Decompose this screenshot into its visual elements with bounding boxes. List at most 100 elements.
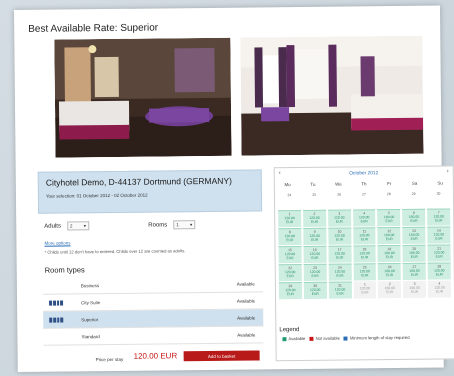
legend: Legend Available Not available Minimum l… (279, 325, 451, 342)
calendar-week: 29 120.00 EUR 30 120.00 EUR 31 120.00 EUR 1 120.00… (278, 280, 452, 300)
calendar-day[interactable]: 10 120.00 EUR (328, 227, 352, 245)
legend-not-available: Not available (315, 335, 340, 341)
calendar-day[interactable]: 30 (427, 190, 450, 207)
calendar-day[interactable]: 29 (402, 191, 425, 208)
calendar-day[interactable]: 13 160.00 EUR (402, 226, 426, 244)
day-currency: EUR (336, 291, 344, 296)
calendar-day[interactable]: 4 120.00 EUR (428, 280, 452, 298)
hotel-name: Cityhotel Demo, D-44137 Dortmund (GERMAN… (45, 175, 232, 188)
calendar-day[interactable]: 14 120.00 EUR (427, 226, 451, 244)
calendar-day[interactable]: 15 120.00 EUR (278, 246, 302, 264)
calendar-day[interactable]: 19 160.00 EUR (377, 244, 401, 263)
calendar-day[interactable]: 9 120.00 EUR (303, 227, 327, 245)
day-currency: EUR (386, 290, 394, 295)
rooms-select[interactable]: 1 ▾ (173, 220, 196, 230)
adults-label: Adults (44, 223, 61, 230)
not-available-swatch (309, 336, 314, 341)
calendar-day[interactable]: 25 120.00 EUR (353, 263, 377, 281)
add-to-basket-button[interactable]: Add to basket (183, 350, 260, 362)
calendar-day[interactable]: 31 120.00 EUR (328, 281, 352, 299)
day-currency: EUR (435, 218, 443, 223)
calendar-day[interactable]: 3 160.00 EUR (403, 280, 427, 298)
calendar-day[interactable]: 26 (328, 191, 351, 208)
selection-dates: Your selection: 01 October 2012 - 02 Oct… (45, 192, 148, 199)
calendar-day[interactable]: 27 (352, 191, 375, 208)
day-currency: EUR (286, 256, 294, 261)
price-row: Price per stay 120.00 EUR Add to basket (44, 350, 264, 365)
chevron-down-icon: ▾ (83, 222, 86, 228)
day-number: 25 (312, 192, 317, 197)
calendar-day[interactable]: 2 160.00 EUR (378, 280, 402, 299)
day-currency: EUR (410, 272, 419, 277)
calendar-day[interactable]: 24 (278, 192, 301, 209)
calendar-day[interactable]: 8 120.00 EUR (278, 228, 302, 246)
hotel-info-box: Cityhotel Demo, D-44137 Dortmund (GERMAN… (37, 169, 263, 214)
chevron-down-icon: ▾ (189, 221, 193, 227)
day-currency: EUR (286, 220, 294, 225)
day-currency: EUR (311, 237, 319, 242)
calendar-day[interactable]: 4 120.00 EUR (352, 209, 376, 227)
calendar-week: 8 120.00 EUR 9 120.00 EUR 10 120.00 EUR 11 120.00 E… (277, 226, 451, 246)
calendar-day[interactable]: 16 120.00 EUR (303, 245, 327, 263)
weekday-label: Sa (411, 180, 418, 186)
calendar-day[interactable]: 21 120.00 EUR (427, 244, 451, 262)
room-type-status: Available (236, 280, 255, 287)
room-type-row-standard[interactable]: Standard Available (43, 326, 264, 346)
calendar-day[interactable]: 1 120.00 EUR (353, 281, 377, 299)
day-currency: EUR (286, 274, 294, 279)
booking-page: Best Available Rate: Superior Cityhotel … (14, 5, 454, 372)
room-type-status: Available (237, 331, 256, 338)
weekday-label: Su (437, 180, 443, 186)
adults-select[interactable]: 2 ▾ (66, 221, 89, 231)
room-types-table: Business Available City Suite Available … (42, 275, 264, 346)
day-number: 28 (386, 192, 391, 197)
day-number: 24 (287, 193, 292, 198)
price-label: Price per stay (95, 356, 124, 362)
calendar-day[interactable]: 2 120.00 EUR (302, 209, 327, 227)
day-currency: EUR (435, 272, 443, 277)
calendar-day[interactable]: 22 120.00 EUR (278, 264, 302, 282)
calendar-day[interactable]: 23 120.00 EUR (303, 263, 327, 281)
calendar-day[interactable]: 3 120.00 EUR (327, 209, 351, 227)
adults-value: 2 (69, 223, 73, 229)
calendar-day[interactable]: 12 160.00 EUR (377, 226, 401, 245)
day-currency: EUR (336, 255, 344, 260)
room-photo-1[interactable] (54, 37, 232, 158)
room-type-name: Standard (81, 333, 100, 339)
day-currency: EUR (311, 291, 319, 296)
day-currency: EUR (335, 237, 344, 242)
calendar-day[interactable]: 24 120.00 EUR (328, 263, 352, 281)
day-currency: EUR (286, 292, 295, 297)
day-currency: EUR (385, 237, 393, 242)
day-currency: EUR (336, 273, 344, 278)
calendar-day[interactable]: 25 (303, 192, 326, 209)
calendar-day[interactable]: 17 120.00 EUR (328, 245, 352, 263)
calendar-day[interactable]: 6 160.00 EUR (402, 208, 426, 226)
day-number: 30 (436, 191, 441, 196)
calendar-day[interactable]: 7 120.00 EUR (427, 208, 451, 226)
day-currency: EUR (386, 273, 394, 278)
day-number: 27 (362, 192, 366, 197)
chevron-right-icon[interactable]: › (447, 168, 449, 174)
day-currency: EUR (385, 219, 393, 224)
calendar-day[interactable]: 11 120.00 EUR (352, 227, 376, 245)
calendar-day[interactable]: 18 120.00 EUR (353, 245, 377, 263)
day-currency: EUR (310, 219, 319, 224)
calendar-day[interactable]: 28 (377, 191, 400, 208)
more-options-link[interactable]: More options (44, 240, 70, 245)
day-currency: EUR (360, 219, 368, 224)
calendar-day[interactable]: 20 160.00 EUR (402, 244, 426, 262)
calendar-header: ‹ October 2012 › (275, 166, 453, 182)
room-photo-2[interactable] (240, 35, 424, 156)
calendar-day[interactable]: 29 120.00 EUR (278, 282, 302, 300)
day-currency: EUR (286, 238, 294, 243)
calendar-day[interactable]: 28 120.00 EUR (427, 262, 451, 280)
calendar-month: October 2012 (349, 171, 379, 177)
calendar-day[interactable]: 1 120.00 EUR (278, 210, 302, 228)
calendar-day[interactable]: 5 160.00 EUR (377, 208, 401, 227)
calendar-week: 22 120.00 EUR 23 120.00 EUR 24 120.00 EUR 25 120.0… (278, 262, 452, 282)
calendar-day[interactable]: 30 120.00 EUR (303, 281, 327, 299)
calendar-day[interactable]: 27 160.00 EUR (402, 262, 427, 280)
rooms-value: 1 (176, 222, 179, 228)
calendar-day[interactable]: 26 160.00 EUR (378, 262, 402, 281)
